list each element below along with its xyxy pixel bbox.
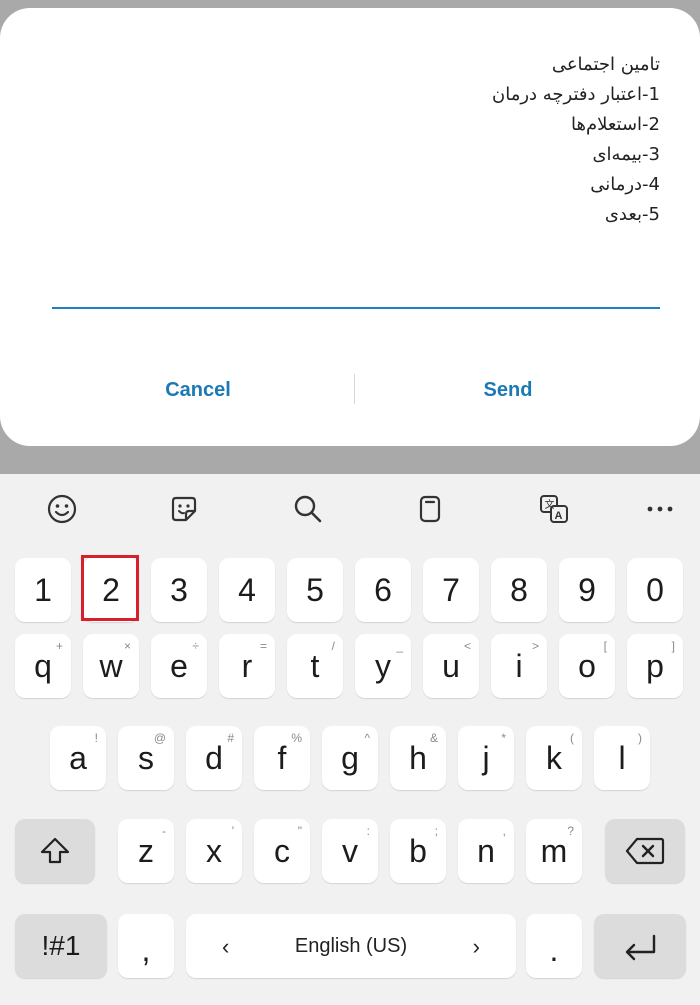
key-v[interactable]: :v <box>322 819 378 883</box>
search-icon[interactable] <box>288 489 328 529</box>
key-0[interactable]: 0 <box>627 558 683 622</box>
key-h[interactable]: & h <box>390 726 446 790</box>
clipboard-icon[interactable] <box>410 489 450 529</box>
sticker-icon[interactable] <box>164 489 204 529</box>
key-r[interactable]: = r <box>219 634 275 698</box>
backspace-icon <box>625 837 665 865</box>
language-label: English (US) <box>294 935 408 957</box>
keyboard: 文A 1 2 3 4 5 6 7 8 9 0 + q × w ÷ e = r / t _ y… <box>0 474 700 1005</box>
key-9[interactable]: 9 <box>559 558 615 622</box>
message-line: 2-استعلام‌ها <box>570 114 660 135</box>
cancel-button[interactable]: Cancel <box>48 366 348 414</box>
key-s[interactable]: @ s <box>118 726 174 790</box>
key-y[interactable]: _ y <box>355 634 411 698</box>
key-d[interactable]: # d <box>186 726 242 790</box>
space-bar[interactable]: ‹ English (US) › <box>186 914 516 978</box>
key-3[interactable]: 3 <box>151 558 207 622</box>
message-line: تامین اجتماعی <box>551 54 660 75</box>
reply-input-field[interactable] <box>52 307 660 309</box>
key-q[interactable]: + q <box>15 634 71 698</box>
key-m[interactable]: ? m <box>526 819 582 883</box>
key-j[interactable]: * j <box>458 726 514 790</box>
emoji-icon[interactable] <box>42 489 82 529</box>
send-button[interactable]: Send <box>358 366 658 414</box>
key-7[interactable]: 7 <box>423 558 479 622</box>
key-z[interactable]: -z <box>118 819 174 883</box>
key-g[interactable]: ^ g <box>322 726 378 790</box>
key-i[interactable]: > i <box>491 634 547 698</box>
key-t[interactable]: / t <box>287 634 343 698</box>
shift-icon <box>40 837 70 864</box>
key-l[interactable]: ) l <box>594 726 650 790</box>
key-2-highlight <box>81 555 139 621</box>
key-1[interactable]: 1 <box>15 558 71 622</box>
symbols-key[interactable]: !#1 <box>15 914 107 978</box>
key-b[interactable]: ; b <box>390 819 446 883</box>
translate-icon[interactable]: 文A <box>534 489 574 529</box>
message-line: 1-اعتبار دفترچه درمان <box>492 84 660 105</box>
right-arrow-icon[interactable]: › <box>473 934 480 960</box>
key-u[interactable]: < u <box>423 634 479 698</box>
message-line: 4-درمانی <box>590 174 660 195</box>
backspace-key[interactable] <box>605 819 685 883</box>
enter-icon <box>625 934 656 961</box>
enter-key[interactable] <box>594 914 686 978</box>
key-p[interactable]: ] p <box>627 634 683 698</box>
period-key[interactable]: . <box>526 914 582 978</box>
key-w[interactable]: × w <box>83 634 139 698</box>
svg-text:A: A <box>555 510 563 522</box>
message-dialog: تامین اجتماعی 1-اعتبار دفترچه درمان 2-اس… <box>0 8 700 446</box>
key-4[interactable]: 4 <box>219 558 275 622</box>
button-divider <box>354 374 355 404</box>
message-text: تامین اجتماعی 1-اعتبار دفترچه درمان 2-اس… <box>60 50 660 230</box>
keyboard-toolbar: 文A <box>0 474 700 544</box>
comma-key[interactable]: , <box>118 914 174 978</box>
key-x[interactable]: ' x <box>186 819 242 883</box>
shift-key[interactable] <box>15 819 95 883</box>
key-f[interactable]: % f <box>254 726 310 790</box>
key-n[interactable]: ,n <box>458 819 514 883</box>
svg-text:文: 文 <box>545 498 555 511</box>
key-a[interactable]: ! a <box>50 726 106 790</box>
key-8[interactable]: 8 <box>491 558 547 622</box>
more-icon[interactable] <box>640 489 680 529</box>
key-e[interactable]: ÷ e <box>151 634 207 698</box>
key-o[interactable]: [o <box>559 634 615 698</box>
key-c[interactable]: " c <box>254 819 310 883</box>
key-5[interactable]: 5 <box>287 558 343 622</box>
message-line: 3-بیمه‌ای <box>592 144 660 165</box>
message-line: 5-بعدی <box>604 204 660 225</box>
key-k[interactable]: (k <box>526 726 582 790</box>
key-6[interactable]: 6 <box>355 558 411 622</box>
